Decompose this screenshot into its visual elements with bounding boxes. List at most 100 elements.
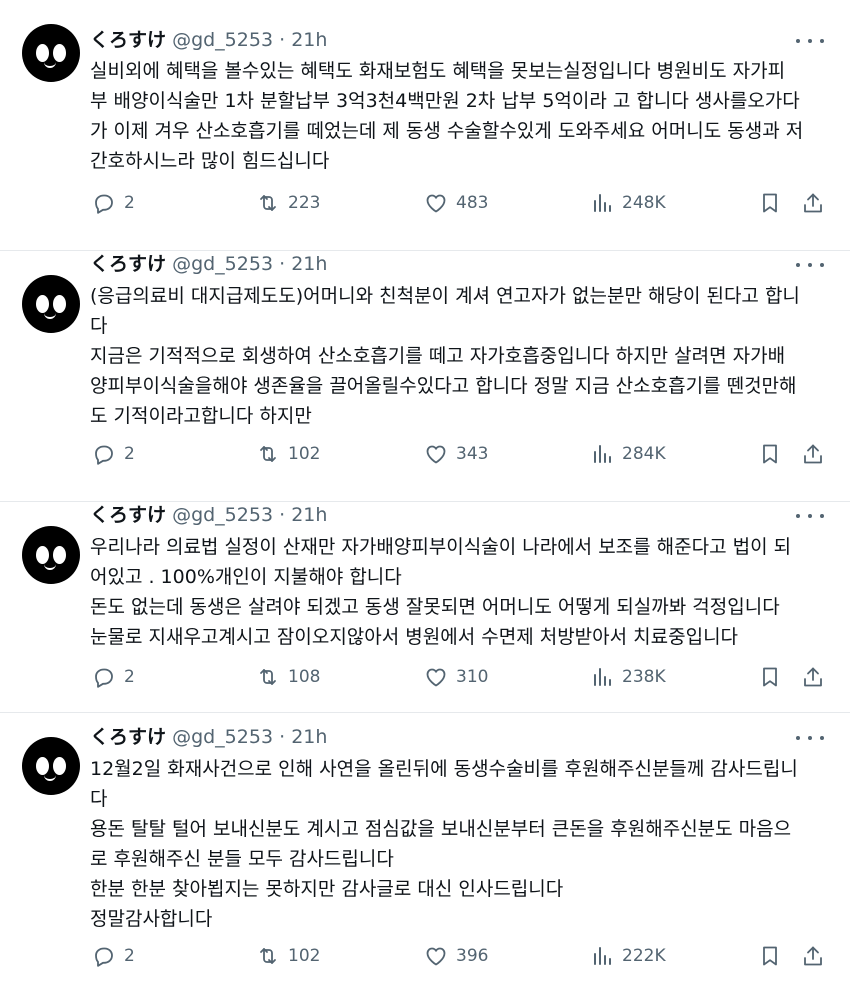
retweet-button[interactable]: 108 bbox=[256, 662, 320, 692]
author-handle[interactable]: @gd_5253 bbox=[172, 253, 273, 275]
more-icon[interactable] bbox=[796, 255, 824, 275]
tweet[interactable]: くろすけ @gd_5253 · 21h (응급의료비 대지급제도도)어머니와 친… bbox=[0, 251, 850, 501]
avatar[interactable] bbox=[22, 526, 80, 584]
reply-icon bbox=[95, 668, 113, 688]
like-button[interactable]: 343 bbox=[424, 439, 488, 469]
views-button[interactable]: 248K bbox=[590, 188, 666, 218]
reply-button[interactable]: 2 bbox=[92, 941, 135, 971]
reply-button[interactable]: 2 bbox=[92, 439, 135, 469]
retweet-count: 108 bbox=[288, 667, 321, 687]
share-button[interactable] bbox=[801, 662, 825, 692]
tweet[interactable]: くろすけ @gd_5253 · 21h 12월2일 화재사건으로 인해 사연을 … bbox=[0, 713, 850, 1001]
tweet[interactable]: くろすけ @gd_5253 · 21h 실비외에 혜택을 볼수있는 혜택도 화재… bbox=[0, 0, 850, 250]
reply-icon bbox=[95, 947, 113, 967]
separator: · bbox=[279, 504, 286, 526]
tweet-text: 우리나라 의료법 실정이 산재만 자가배양피부이식술이 나라에서 보조를 해준다… bbox=[90, 532, 830, 652]
retweet-icon bbox=[260, 948, 276, 964]
views-count: 284K bbox=[622, 444, 666, 464]
tweet-text-line: 로 후원해주신 분들 모두 감사드립니다 bbox=[90, 848, 394, 870]
avatar-mouth bbox=[44, 562, 56, 570]
bookmark-button[interactable] bbox=[758, 941, 782, 971]
bookmark-button[interactable] bbox=[758, 439, 782, 469]
tweet-text-line: 우리나라 의료법 실정이 산재만 자가배양피부이식술이 나라에서 보조를 해준다… bbox=[90, 536, 792, 558]
timestamp[interactable]: 21h bbox=[291, 253, 327, 275]
like-count: 396 bbox=[456, 946, 489, 966]
avatar[interactable] bbox=[22, 24, 80, 82]
avatar[interactable] bbox=[22, 275, 80, 333]
like-count: 343 bbox=[456, 444, 489, 464]
views-count: 238K bbox=[622, 667, 666, 687]
tweet-text-line: 12월2일 화재사건으로 인해 사연을 올린뒤에 동생수술비를 후원해주신분들께… bbox=[90, 758, 798, 780]
avatar-mouth bbox=[44, 60, 56, 68]
views-button[interactable]: 284K bbox=[590, 439, 666, 469]
like-button[interactable]: 483 bbox=[424, 188, 488, 218]
separator: · bbox=[279, 253, 286, 275]
like-button[interactable]: 396 bbox=[424, 941, 488, 971]
reply-count: 2 bbox=[124, 193, 135, 213]
tweet-text: 12월2일 화재사건으로 인해 사연을 올린뒤에 동생수술비를 후원해주신분들께… bbox=[90, 754, 830, 934]
more-icon[interactable] bbox=[796, 31, 824, 51]
bookmark-button[interactable] bbox=[758, 662, 782, 692]
tweet-text: 실비외에 혜택을 볼수있는 혜택도 화재보험도 혜택을 못보는실정입니다 병원비… bbox=[90, 56, 830, 176]
author-name[interactable]: くろすけ bbox=[90, 726, 166, 748]
like-icon bbox=[426, 947, 446, 966]
tweet-header: くろすけ @gd_5253 · 21h bbox=[90, 724, 327, 750]
retweet-count: 102 bbox=[288, 444, 321, 464]
author-handle[interactable]: @gd_5253 bbox=[172, 726, 273, 748]
retweet-icon bbox=[260, 195, 276, 211]
tweet-text-line: 간호하시느라 많이 힘드십니다 bbox=[90, 150, 330, 172]
tweet-actions: 2 102 343 284K bbox=[90, 439, 830, 469]
share-button[interactable] bbox=[801, 188, 825, 218]
retweet-count: 102 bbox=[288, 946, 321, 966]
tweet-header: くろすけ @gd_5253 · 21h bbox=[90, 502, 327, 528]
share-icon bbox=[804, 946, 822, 966]
views-button[interactable]: 238K bbox=[590, 662, 666, 692]
avatar-mouth bbox=[44, 773, 56, 781]
timestamp[interactable]: 21h bbox=[291, 726, 327, 748]
retweet-button[interactable]: 102 bbox=[256, 439, 320, 469]
more-icon[interactable] bbox=[796, 728, 824, 748]
avatar[interactable] bbox=[22, 737, 80, 795]
tweet-text-line: 부 배양이식술만 1차 분할납부 3억3천4백만원 2차 납부 5억이라 고 합… bbox=[90, 90, 800, 112]
views-icon bbox=[594, 668, 611, 686]
share-button[interactable] bbox=[801, 941, 825, 971]
tweet-text: (응급의료비 대지급제도도)어머니와 친척분이 계셔 연고자가 없는분만 해당이… bbox=[90, 281, 830, 431]
bookmark-button[interactable] bbox=[758, 188, 782, 218]
timestamp[interactable]: 21h bbox=[291, 29, 327, 51]
like-button[interactable]: 310 bbox=[424, 662, 488, 692]
views-icon bbox=[594, 445, 611, 463]
bookmark-icon bbox=[763, 667, 777, 687]
tweet-text-line: 용돈 탈탈 털어 보내신분도 계시고 점심값을 보내신분부터 큰돈을 후원해주신… bbox=[90, 818, 792, 840]
separator: · bbox=[279, 726, 286, 748]
reply-button[interactable]: 2 bbox=[92, 662, 135, 692]
tweet-text-line: 실비외에 혜택을 볼수있는 혜택도 화재보험도 혜택을 못보는실정입니다 병원비… bbox=[90, 60, 786, 82]
share-icon bbox=[804, 667, 822, 687]
tweet[interactable]: くろすけ @gd_5253 · 21h 우리나라 의료법 실정이 산재만 자가배… bbox=[0, 502, 850, 712]
tweet-text-line: 눈물로 지새우고계시고 잠이오지않아서 병원에서 수면제 처방받아서 치료중입니… bbox=[90, 626, 739, 648]
author-name[interactable]: くろすけ bbox=[90, 29, 166, 51]
author-name[interactable]: くろすけ bbox=[90, 504, 166, 526]
tweet-text-line: (응급의료비 대지급제도도)어머니와 친척분이 계셔 연고자가 없는분만 해당이… bbox=[90, 285, 800, 307]
like-count: 310 bbox=[456, 667, 489, 687]
bookmark-icon bbox=[763, 444, 777, 464]
views-button[interactable]: 222K bbox=[590, 941, 666, 971]
retweet-button[interactable]: 102 bbox=[256, 941, 320, 971]
author-handle[interactable]: @gd_5253 bbox=[172, 504, 273, 526]
reply-button[interactable]: 2 bbox=[92, 188, 135, 218]
share-button[interactable] bbox=[801, 439, 825, 469]
bookmark-icon bbox=[763, 946, 777, 966]
separator: · bbox=[279, 29, 286, 51]
reply-count: 2 bbox=[124, 444, 135, 464]
author-name[interactable]: くろすけ bbox=[90, 253, 166, 275]
views-icon bbox=[594, 947, 611, 965]
views-count: 248K bbox=[622, 193, 666, 213]
tweet-text-line: 가 이제 겨우 산소호흡기를 떼었는데 제 동생 수술할수있게 도와주세요 어머… bbox=[90, 120, 804, 142]
more-icon[interactable] bbox=[796, 506, 824, 526]
retweet-button[interactable]: 223 bbox=[256, 188, 320, 218]
timestamp[interactable]: 21h bbox=[291, 504, 327, 526]
tweet-text-line: 도 기적이라고합니다 하지만 bbox=[90, 405, 312, 427]
tweet-actions: 2 102 396 222K bbox=[90, 941, 830, 971]
reply-count: 2 bbox=[124, 667, 135, 687]
tweet-text-line: 정말감사합니다 bbox=[90, 908, 213, 930]
author-handle[interactable]: @gd_5253 bbox=[172, 29, 273, 51]
